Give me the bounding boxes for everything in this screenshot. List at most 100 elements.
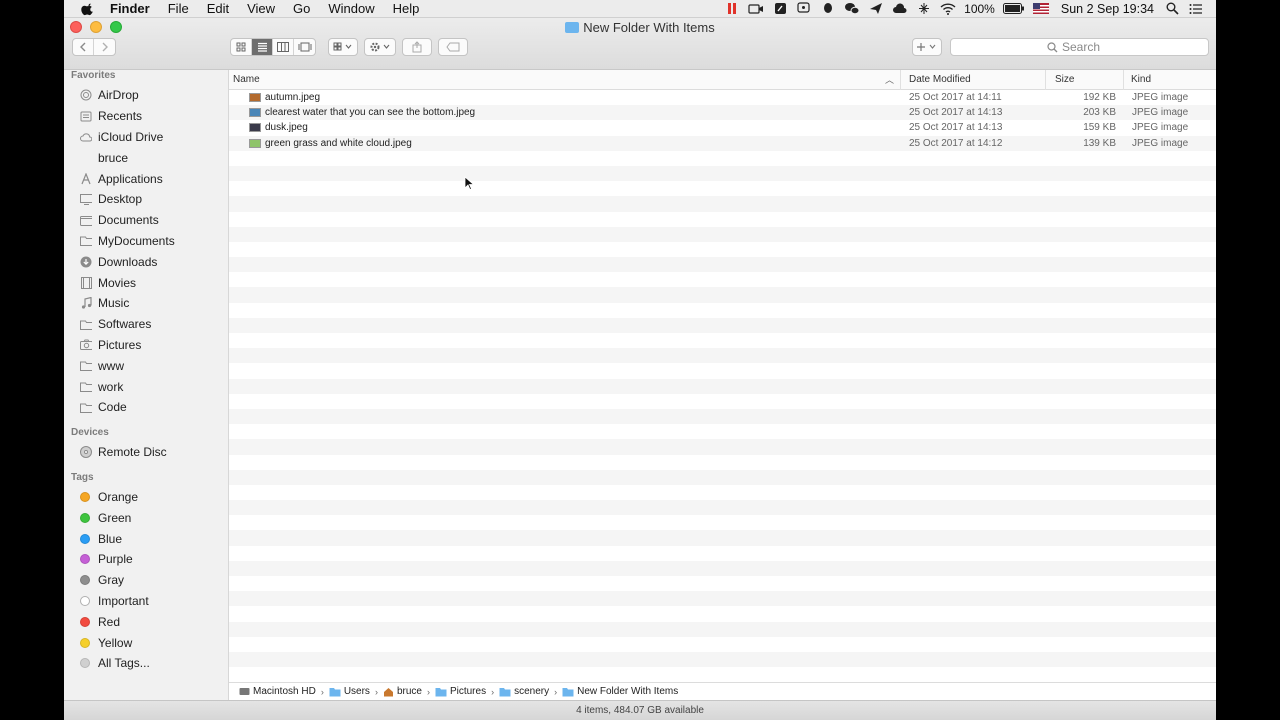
- empty-row: [229, 348, 1216, 364]
- icon-view-button[interactable]: [231, 39, 252, 55]
- column-name-header[interactable]: Name ︿: [229, 70, 901, 90]
- battery-icon[interactable]: [1002, 2, 1025, 16]
- sidebar-item-desktop[interactable]: Desktop: [64, 189, 228, 210]
- table-row[interactable]: clearest water that you can see the bott…: [229, 105, 1216, 121]
- menu-help[interactable]: Help: [393, 0, 420, 18]
- forward-button[interactable]: [94, 39, 115, 55]
- chat-bubble-icon[interactable]: [796, 2, 812, 16]
- sidebar-item-downloads[interactable]: Downloads: [64, 251, 228, 272]
- input-source-flag-icon[interactable]: [1032, 2, 1049, 16]
- image-thumbnail-icon: [249, 93, 261, 103]
- empty-row: [229, 257, 1216, 273]
- sidebar-item-mydocuments[interactable]: MyDocuments: [64, 231, 228, 252]
- empty-row: [229, 485, 1216, 500]
- menu-view[interactable]: View: [247, 0, 275, 18]
- table-row[interactable]: dusk.jpeg 25 Oct 2017 at 14:13 159 KB JPEG …: [229, 120, 1216, 135]
- recording-icon[interactable]: [724, 2, 740, 16]
- breadcrumb-item[interactable]: scenery: [499, 686, 549, 697]
- empty-row: [229, 394, 1216, 409]
- table-row[interactable]: autumn.jpeg 25 Oct 2017 at 14:11 192 KB JPE…: [229, 90, 1216, 105]
- breadcrumb-item[interactable]: Pictures: [435, 686, 486, 697]
- sidebar-item-label: Code: [98, 400, 127, 415]
- back-button[interactable]: [73, 39, 94, 55]
- menu-file[interactable]: File: [168, 0, 189, 18]
- sidebar-item-music[interactable]: Music: [64, 293, 228, 314]
- clock[interactable]: Sun 2 Sep 19:34: [1061, 2, 1154, 16]
- sidebar-tag-yellow[interactable]: Yellow: [64, 632, 228, 653]
- sidebar-item-applications[interactable]: Applications: [64, 168, 228, 189]
- file-name: autumn.jpeg: [265, 92, 321, 104]
- video-camera-icon[interactable]: [748, 2, 764, 16]
- home-icon: [80, 152, 92, 164]
- sidebar-item-code[interactable]: Code: [64, 397, 228, 418]
- sidebar-item-label: iCloud Drive: [98, 129, 164, 144]
- cloud-tray-icon[interactable]: [892, 2, 908, 16]
- empty-row: [229, 333, 1216, 348]
- sidebar-item-label: Desktop: [98, 192, 143, 207]
- file-name-cell: green grass and white cloud.jpeg: [229, 138, 901, 149]
- sidebar-tag-alltags[interactable]: All Tags...: [64, 653, 228, 674]
- sidebar-tag-gray[interactable]: Gray: [64, 570, 228, 591]
- breadcrumb-item[interactable]: Users: [329, 686, 370, 697]
- file-size: 192 KB: [1083, 92, 1116, 104]
- share-button[interactable]: [402, 38, 432, 56]
- new-item-button[interactable]: [912, 38, 942, 56]
- column-date-header[interactable]: Date Modified: [901, 70, 1046, 90]
- sidebar-item-label: MyDocuments: [98, 233, 175, 248]
- list-view-button[interactable]: [252, 39, 273, 55]
- folder-icon: [435, 687, 447, 697]
- breadcrumb-item[interactable]: Macintosh HD: [239, 686, 316, 697]
- qq-icon[interactable]: [820, 2, 836, 16]
- sidebar-item-label: Movies: [98, 275, 137, 290]
- empty-row: [229, 546, 1216, 561]
- wifi-icon[interactable]: [940, 2, 956, 16]
- sidebar-tag-orange[interactable]: Orange: [64, 487, 228, 508]
- column-view-button[interactable]: [273, 39, 294, 55]
- sidebar-item-documents[interactable]: Documents: [64, 210, 228, 231]
- empty-row: [229, 226, 1216, 242]
- sidebar-tag-label: Orange: [98, 489, 139, 504]
- apple-menu-icon[interactable]: [81, 2, 95, 16]
- sidebar-item-bruce[interactable]: bruce: [64, 147, 228, 168]
- sidebar-item-icloud-drive[interactable]: iCloud Drive: [64, 127, 228, 148]
- search-input[interactable]: [1062, 40, 1112, 54]
- sidebar-item-www[interactable]: www: [64, 355, 228, 376]
- note-app-icon[interactable]: [772, 2, 788, 16]
- gallery-view-button[interactable]: [294, 39, 315, 55]
- menu-edit[interactable]: Edit: [207, 0, 229, 18]
- notification-center-icon[interactable]: [1188, 2, 1204, 16]
- sidebar-item-airdrop[interactable]: AirDrop: [64, 85, 228, 106]
- sidebar-tag-green[interactable]: Green: [64, 507, 228, 528]
- sidebar-tag-important[interactable]: Important: [64, 591, 228, 612]
- sidebar-item-remote-disc[interactable]: Remote Disc: [64, 442, 228, 463]
- action-gear-button[interactable]: [364, 38, 396, 56]
- menu-window[interactable]: Window: [328, 0, 374, 18]
- column-size-header[interactable]: Size: [1046, 70, 1124, 90]
- breadcrumb-item[interactable]: New Folder With Items: [562, 686, 678, 697]
- sidebar-item-movies[interactable]: Movies: [64, 272, 228, 293]
- spotlight-search-icon[interactable]: [1164, 2, 1180, 16]
- sidebar-item-softwares[interactable]: Softwares: [64, 314, 228, 335]
- send-icon[interactable]: [868, 2, 884, 16]
- column-kind-header[interactable]: Kind: [1124, 70, 1216, 90]
- sidebar-tag-purple[interactable]: Purple: [64, 549, 228, 570]
- tag-button[interactable]: [438, 38, 468, 56]
- search-field[interactable]: [950, 38, 1209, 56]
- sidebar-tag-red[interactable]: Red: [64, 611, 228, 632]
- table-row[interactable]: green grass and white cloud.jpeg 25 Oct 2…: [229, 135, 1216, 151]
- sidebar-item-work[interactable]: work: [64, 376, 228, 397]
- tag-color-dot-icon: [80, 637, 90, 648]
- breadcrumb-item[interactable]: bruce: [383, 686, 422, 697]
- sidebar-item-recents[interactable]: Recents: [64, 106, 228, 127]
- music-icon: [80, 297, 92, 309]
- empty-row: [229, 591, 1216, 607]
- window-title: New Folder With Items: [64, 20, 1216, 35]
- menu-go[interactable]: Go: [293, 0, 310, 18]
- menu-app-finder[interactable]: Finder: [110, 0, 150, 18]
- file-name: green grass and white cloud.jpeg: [265, 137, 412, 149]
- group-by-button[interactable]: [328, 38, 358, 56]
- sidebar-tag-blue[interactable]: Blue: [64, 528, 228, 549]
- wechat-icon[interactable]: [844, 2, 860, 16]
- sidebar-item-pictures[interactable]: Pictures: [64, 335, 228, 356]
- network-icon[interactable]: [916, 2, 932, 16]
